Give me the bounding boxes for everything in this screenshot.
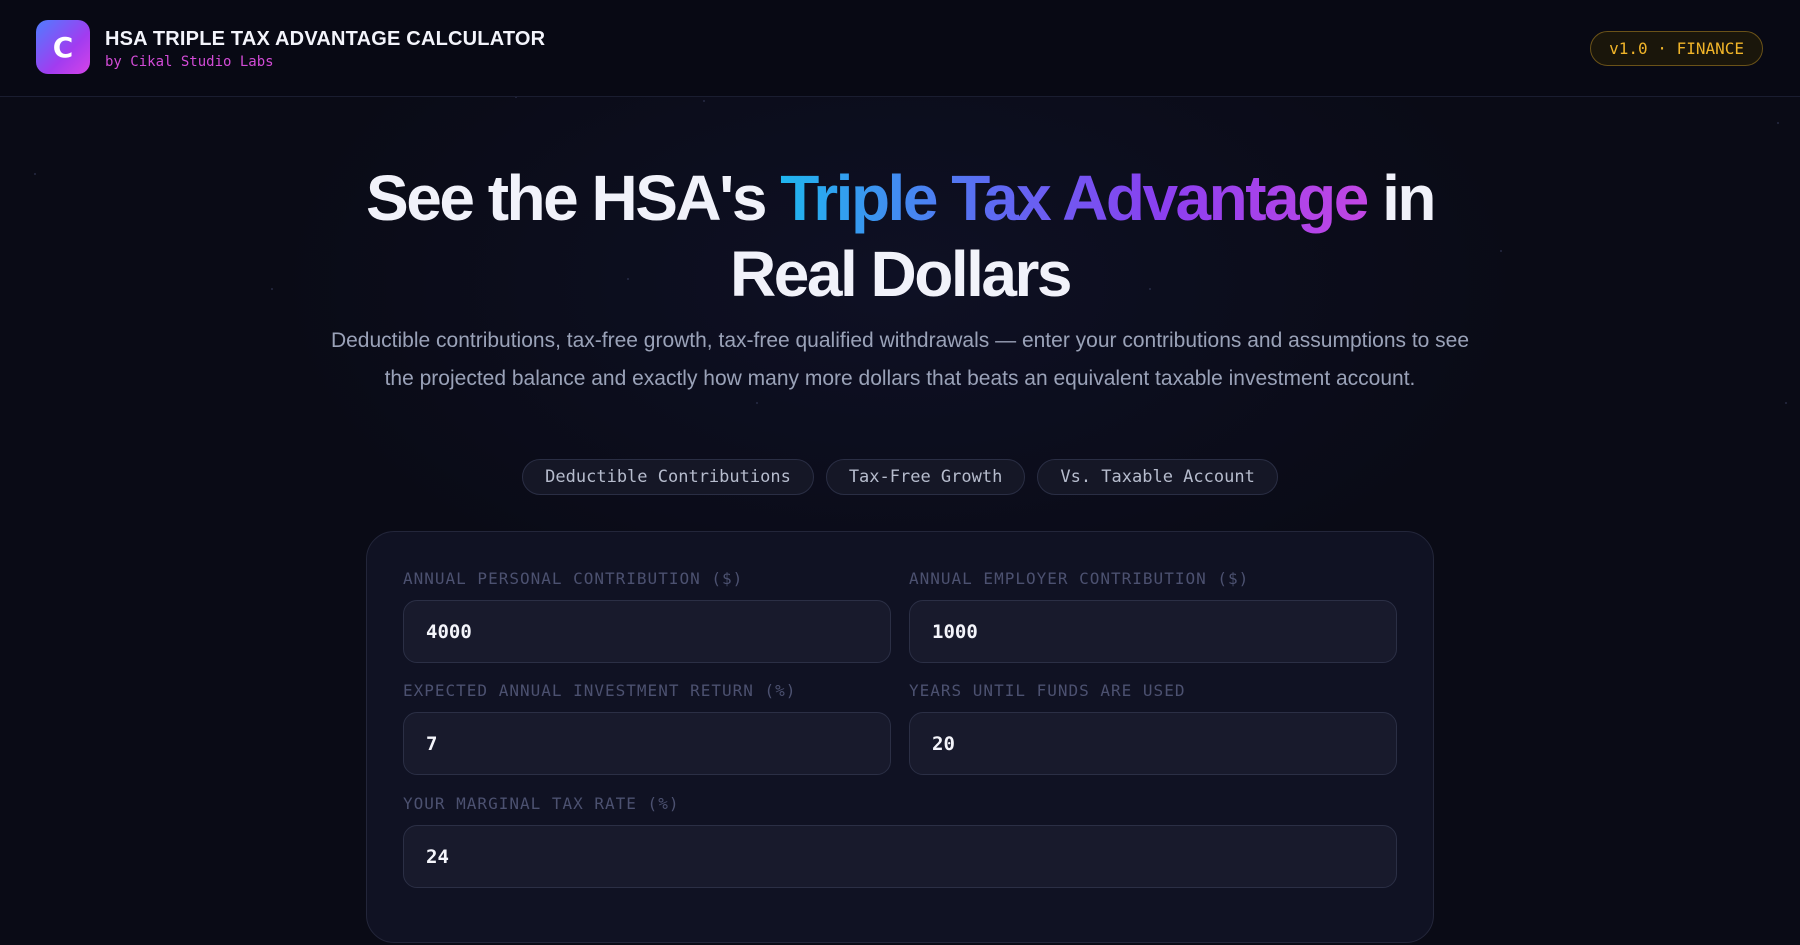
version-badge: v1.0 · FINANCE	[1590, 31, 1763, 66]
hero-description: Deductible contributions, tax-free growt…	[330, 329, 1470, 390]
calculator-form-card: ANNUAL PERSONAL CONTRIBUTION ($) ANNUAL …	[366, 531, 1434, 943]
app-subtitle: by Cikal Studio Labs	[105, 54, 274, 70]
chip-vs-taxable-account: Vs. Taxable Account	[1037, 459, 1278, 495]
chip-tax-free-growth: Tax-Free Growth	[825, 459, 1026, 495]
hero-title: See the HSA's Triple Tax Advantage in Re…	[300, 160, 1500, 312]
top-bar: C HSA TRIPLE TAX ADVANTAGE CALCULATOR by…	[0, 0, 1800, 97]
app-logo[interactable]: C	[36, 20, 90, 74]
feature-chips: Deductible Contributions Tax-Free Growth…	[0, 459, 1800, 495]
hero-title-highlight: Triple Tax Advantage	[780, 162, 1369, 234]
app-title: HSA TRIPLE TAX ADVANTAGE CALCULATOR	[105, 28, 546, 50]
employer-contribution-label: ANNUAL EMPLOYER CONTRIBUTION ($)	[909, 569, 1250, 588]
personal-contribution-input[interactable]	[403, 600, 891, 663]
years-input[interactable]	[909, 712, 1397, 775]
return-rate-input[interactable]	[403, 712, 891, 775]
tax-rate-label: YOUR MARGINAL TAX RATE (%)	[403, 794, 680, 813]
years-label: YEARS UNTIL FUNDS ARE USED	[909, 681, 1186, 700]
return-rate-label: EXPECTED ANNUAL INVESTMENT RETURN (%)	[403, 681, 797, 700]
personal-contribution-label: ANNUAL PERSONAL CONTRIBUTION ($)	[403, 569, 744, 588]
chip-deductible-contributions: Deductible Contributions	[522, 459, 814, 495]
employer-contribution-input[interactable]	[909, 600, 1397, 663]
tax-rate-input[interactable]	[403, 825, 1397, 888]
hero-title-start: See the HSA's	[366, 162, 781, 234]
